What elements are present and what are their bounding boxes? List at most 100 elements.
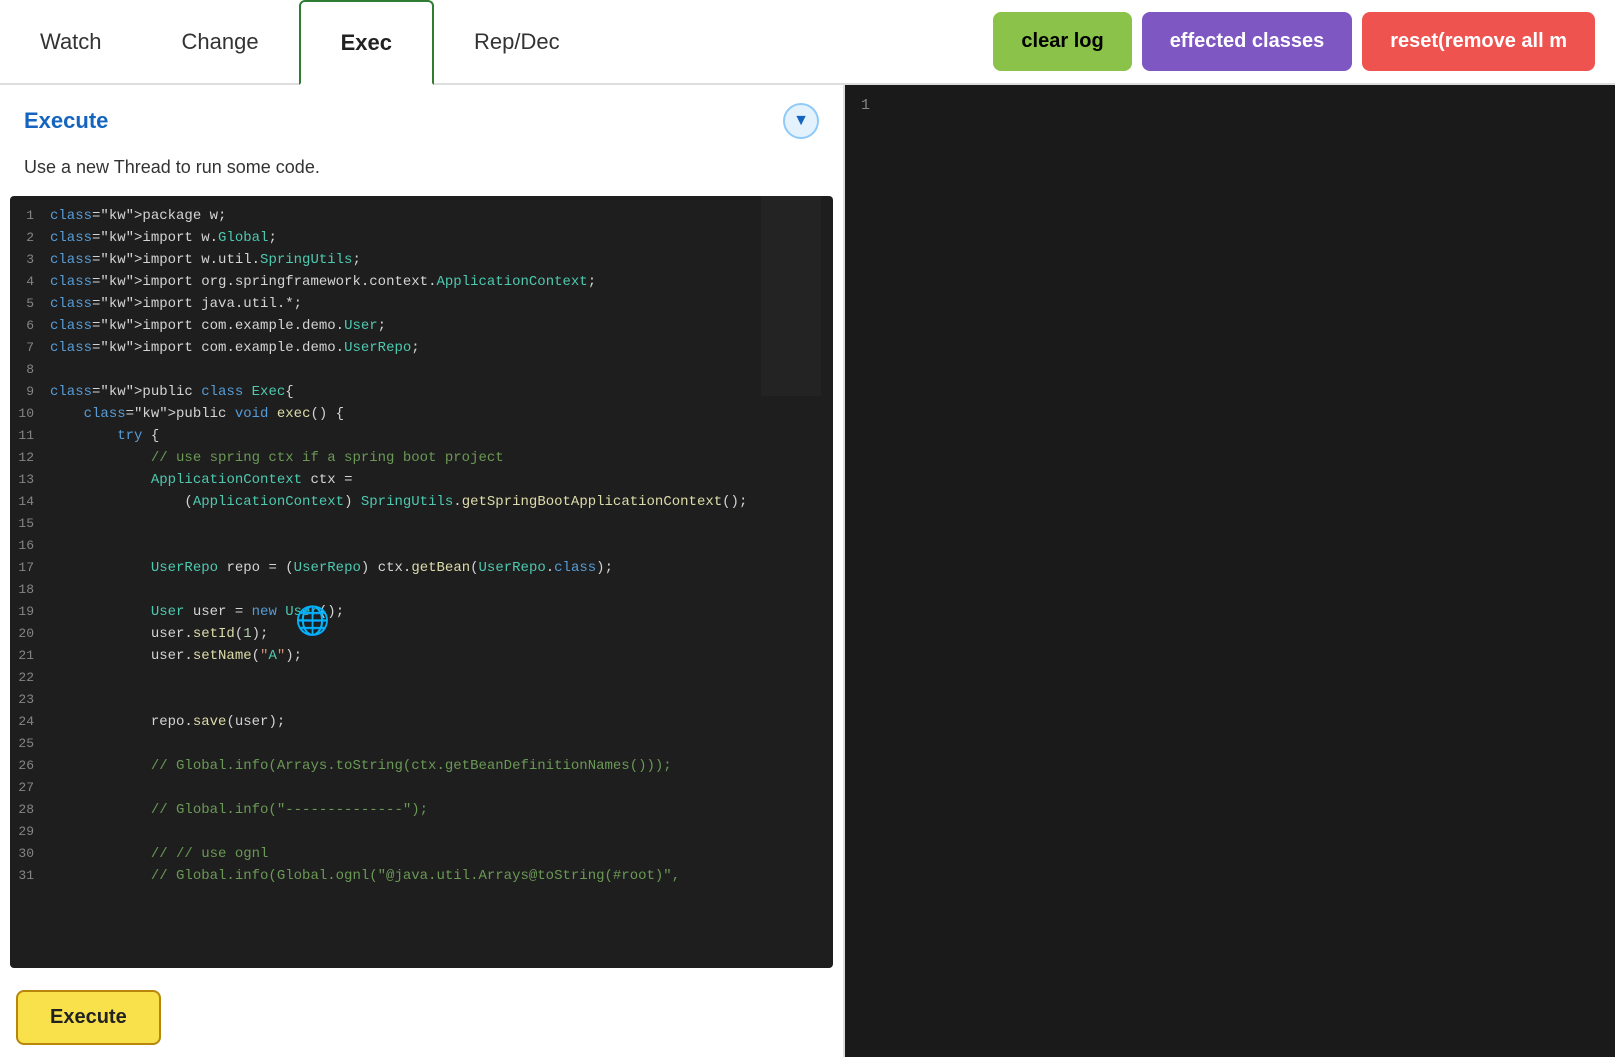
line-content: class="kw">import java.util.*; bbox=[50, 294, 833, 315]
line-number: 22 bbox=[10, 668, 50, 688]
line-content: // Global.info("--------------"); bbox=[50, 800, 833, 821]
line-number: 29 bbox=[10, 822, 50, 842]
log-line-number: 1 bbox=[861, 97, 1599, 114]
line-number: 14 bbox=[10, 492, 50, 512]
line-content: // Global.info(Arrays.toString(ctx.getBe… bbox=[50, 756, 833, 777]
top-bar: Watch Change Exec Rep/Dec clear log effe… bbox=[0, 0, 1615, 85]
line-number: 21 bbox=[10, 646, 50, 666]
left-panel: Execute ▼ Use a new Thread to run some c… bbox=[0, 85, 845, 1057]
line-number: 4 bbox=[10, 272, 50, 292]
line-number: 15 bbox=[10, 514, 50, 534]
code-line: 2class="kw">import w.Global; bbox=[10, 228, 833, 250]
code-line: 16 bbox=[10, 536, 833, 558]
code-line: 21 user.setName("A"); bbox=[10, 646, 833, 668]
code-line: 3class="kw">import w.util.SpringUtils; bbox=[10, 250, 833, 272]
bottom-bar: Execute bbox=[0, 978, 843, 1057]
line-content: class="kw">import w.Global; bbox=[50, 228, 833, 249]
code-line: 23 bbox=[10, 690, 833, 712]
code-line: 19 User user = new User(); bbox=[10, 602, 833, 624]
line-number: 28 bbox=[10, 800, 50, 820]
code-line: 17 UserRepo repo = (UserRepo) ctx.getBea… bbox=[10, 558, 833, 580]
tab-change[interactable]: Change bbox=[142, 0, 299, 83]
code-line: 13 ApplicationContext ctx = bbox=[10, 470, 833, 492]
line-content: UserRepo repo = (UserRepo) ctx.getBean(U… bbox=[50, 558, 833, 579]
code-line: 8 bbox=[10, 360, 833, 382]
code-line: 24 repo.save(user); bbox=[10, 712, 833, 734]
code-line: 15 bbox=[10, 514, 833, 536]
reset-button[interactable]: reset(remove all m bbox=[1362, 12, 1595, 71]
line-content: user.setId(1); bbox=[50, 624, 833, 645]
code-line: 6class="kw">import com.example.demo.User… bbox=[10, 316, 833, 338]
line-content: User user = new User(); bbox=[50, 602, 833, 623]
line-number: 3 bbox=[10, 250, 50, 270]
execute-title: Execute bbox=[24, 108, 108, 134]
tab-exec[interactable]: Exec bbox=[299, 0, 434, 85]
line-content: class="kw">public class Exec{ bbox=[50, 382, 833, 403]
line-content: // use spring ctx if a spring boot proje… bbox=[50, 448, 833, 469]
line-content: ApplicationContext ctx = bbox=[50, 470, 833, 491]
line-number: 24 bbox=[10, 712, 50, 732]
line-number: 25 bbox=[10, 734, 50, 754]
clear-log-button[interactable]: clear log bbox=[993, 12, 1131, 71]
line-number: 12 bbox=[10, 448, 50, 468]
code-line: 10 class="kw">public void exec() { bbox=[10, 404, 833, 426]
line-number: 30 bbox=[10, 844, 50, 864]
code-line: 12 // use spring ctx if a spring boot pr… bbox=[10, 448, 833, 470]
code-line: 27 bbox=[10, 778, 833, 800]
code-line: 25 bbox=[10, 734, 833, 756]
line-number: 2 bbox=[10, 228, 50, 248]
line-number: 18 bbox=[10, 580, 50, 600]
line-number: 9 bbox=[10, 382, 50, 402]
code-editor[interactable]: 1class="kw">package w;2class="kw">import… bbox=[10, 196, 833, 968]
line-content: class="kw">import org.springframework.co… bbox=[50, 272, 833, 293]
code-lines: 1class="kw">package w;2class="kw">import… bbox=[10, 196, 833, 898]
line-number: 16 bbox=[10, 536, 50, 556]
line-content: user.setName("A"); bbox=[50, 646, 833, 667]
line-number: 6 bbox=[10, 316, 50, 336]
right-panel: 1 bbox=[845, 85, 1615, 1057]
code-minimap bbox=[761, 196, 821, 396]
tab-rep-dec[interactable]: Rep/Dec bbox=[434, 0, 600, 83]
code-line: 11 try { bbox=[10, 426, 833, 448]
execute-button[interactable]: Execute bbox=[16, 990, 161, 1045]
code-line: 22 bbox=[10, 668, 833, 690]
line-number: 20 bbox=[10, 624, 50, 644]
code-line: 1class="kw">package w; bbox=[10, 206, 833, 228]
line-number: 27 bbox=[10, 778, 50, 798]
line-content: class="kw">package w; bbox=[50, 206, 833, 227]
line-content: class="kw">import com.example.demo.User; bbox=[50, 316, 833, 337]
line-number: 1 bbox=[10, 206, 50, 226]
line-content: try { bbox=[50, 426, 833, 447]
execute-header: Execute ▼ bbox=[0, 85, 843, 149]
code-line: 20 user.setId(1); bbox=[10, 624, 833, 646]
code-line: 26 // Global.info(Arrays.toString(ctx.ge… bbox=[10, 756, 833, 778]
line-number: 10 bbox=[10, 404, 50, 424]
line-number: 23 bbox=[10, 690, 50, 710]
line-number: 7 bbox=[10, 338, 50, 358]
line-number: 11 bbox=[10, 426, 50, 446]
line-content: // Global.info(Global.ognl("@java.util.A… bbox=[50, 866, 833, 887]
line-number: 31 bbox=[10, 866, 50, 886]
line-content: class="kw">import w.util.SpringUtils; bbox=[50, 250, 833, 271]
code-line: 14 (ApplicationContext) SpringUtils.getS… bbox=[10, 492, 833, 514]
code-line: 9class="kw">public class Exec{ bbox=[10, 382, 833, 404]
code-line: 31 // Global.info(Global.ognl("@java.uti… bbox=[10, 866, 833, 888]
effected-classes-button[interactable]: effected classes bbox=[1142, 12, 1353, 71]
line-number: 13 bbox=[10, 470, 50, 490]
line-number: 19 bbox=[10, 602, 50, 622]
code-line: 5class="kw">import java.util.*; bbox=[10, 294, 833, 316]
action-buttons: clear log effected classes reset(remove … bbox=[993, 0, 1615, 83]
tab-watch[interactable]: Watch bbox=[0, 0, 142, 83]
code-line: 7class="kw">import com.example.demo.User… bbox=[10, 338, 833, 360]
code-line: 28 // Global.info("--------------"); bbox=[10, 800, 833, 822]
tab-spacer bbox=[600, 0, 994, 83]
dropdown-button[interactable]: ▼ bbox=[783, 103, 819, 139]
line-content: class="kw">import com.example.demo.UserR… bbox=[50, 338, 833, 359]
code-line: 29 bbox=[10, 822, 833, 844]
execute-description: Use a new Thread to run some code. bbox=[0, 149, 843, 196]
line-number: 8 bbox=[10, 360, 50, 380]
line-content: class="kw">public void exec() { bbox=[50, 404, 833, 425]
code-line: 30 // // use ognl bbox=[10, 844, 833, 866]
code-line: 18 bbox=[10, 580, 833, 602]
line-content: // // use ognl bbox=[50, 844, 833, 865]
